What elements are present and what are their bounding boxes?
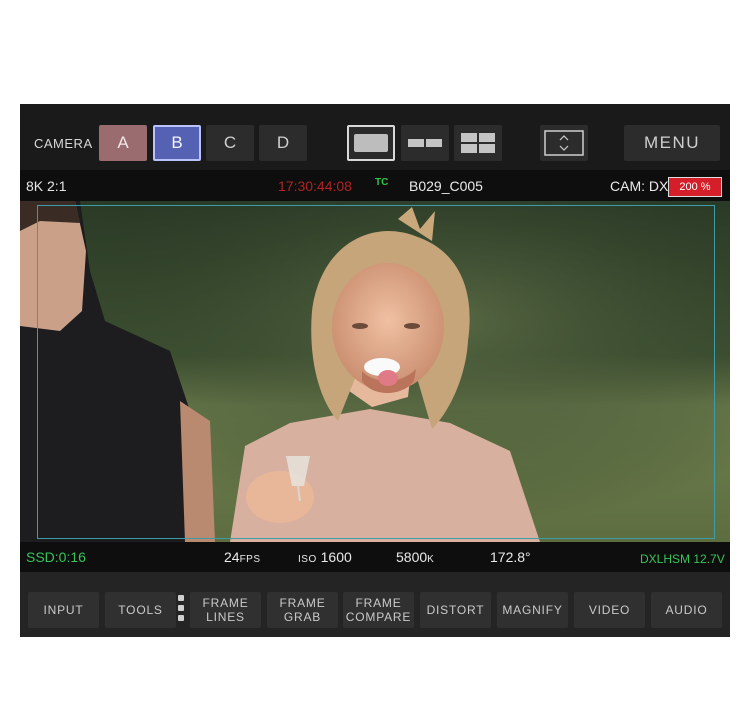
- frame-lines-label-2: LINES: [206, 610, 245, 624]
- dot: [178, 615, 184, 621]
- frame-grab-button[interactable]: FRAME GRAB: [267, 592, 338, 628]
- camera-id: CAM: DXL: [610, 178, 677, 194]
- battery-readout: DXLHSM 12.7V: [640, 552, 725, 566]
- camera-d-button[interactable]: D: [259, 125, 307, 161]
- menu-button[interactable]: MENU: [624, 125, 720, 161]
- iso-value: 1600: [320, 549, 352, 565]
- camera-b-button[interactable]: B: [153, 125, 201, 161]
- wb-unit: K: [427, 554, 435, 565]
- iso-readout: ISO 1600: [298, 549, 352, 565]
- timecode-readout: 17:30:44:08: [278, 178, 352, 194]
- fullscreen-icon: [544, 130, 584, 156]
- split-view-icon: [408, 139, 442, 147]
- frame-lines-label-1: FRAME: [202, 596, 249, 610]
- white-balance-readout: 5800K: [396, 549, 434, 565]
- frame-compare-label-2: COMPARE: [345, 610, 412, 624]
- frame-lines-button[interactable]: FRAME LINES: [190, 592, 261, 628]
- ssd-remaining: SSD:0:16: [26, 549, 86, 565]
- fullscreen-button[interactable]: [540, 125, 588, 161]
- single-view-button[interactable]: [347, 125, 395, 161]
- top-bar: CAMERA A B C D MENU: [20, 104, 730, 170]
- frame-compare-label-1: FRAME: [355, 596, 402, 610]
- dot: [178, 605, 184, 611]
- clip-name: B029_C005: [409, 178, 483, 194]
- resolution-readout: 8K 2:1: [26, 178, 67, 194]
- magnify-button[interactable]: MAGNIFY: [497, 592, 568, 628]
- status-line: 8K 2:1 17:30:44:08 TC B029_C005 CAM: DXL: [20, 170, 730, 201]
- camera-label: CAMERA: [34, 136, 93, 151]
- camera-a-button[interactable]: A: [99, 125, 147, 161]
- info-line: SSD:0:16 24FPS ISO 1600 5800K 172.8° DXL…: [20, 542, 730, 572]
- tools-button[interactable]: TOOLS: [105, 592, 176, 628]
- distort-button[interactable]: DISTORT: [420, 592, 491, 628]
- input-button[interactable]: INPUT: [28, 592, 99, 628]
- tc-tag: TC: [375, 177, 389, 188]
- audio-button[interactable]: AUDIO: [651, 592, 722, 628]
- camera-c-button[interactable]: C: [206, 125, 254, 161]
- iso-label: ISO: [298, 554, 317, 565]
- video-viewport[interactable]: [20, 201, 730, 542]
- frame-compare-button[interactable]: FRAME COMPARE: [343, 592, 414, 628]
- shutter-angle-readout: 172.8°: [490, 549, 531, 565]
- frame-lines: [37, 205, 715, 539]
- fps-unit: FPS: [239, 554, 261, 565]
- video-button[interactable]: VIDEO: [574, 592, 645, 628]
- frame-grab-label-1: FRAME: [279, 596, 326, 610]
- single-view-icon: [354, 134, 388, 152]
- dot: [178, 595, 184, 601]
- wb-value: 5800: [396, 549, 428, 565]
- frame-grab-label-2: GRAB: [283, 610, 322, 624]
- camera-monitor: CAMERA A B C D MENU 8K 2:1 17:30:44:08 T…: [20, 104, 730, 637]
- bottom-toolbar: INPUT TOOLS FRAME LINES FRAME GRAB FRAME…: [20, 572, 730, 637]
- fps-readout: 24FPS: [224, 549, 261, 565]
- quad-view-icon: [461, 133, 495, 153]
- quad-view-button[interactable]: [454, 125, 502, 161]
- zoom-badge[interactable]: 200 %: [668, 177, 722, 197]
- split-view-button[interactable]: [401, 125, 449, 161]
- fps-value: 24: [224, 549, 240, 565]
- more-options-handle[interactable]: [178, 595, 186, 625]
